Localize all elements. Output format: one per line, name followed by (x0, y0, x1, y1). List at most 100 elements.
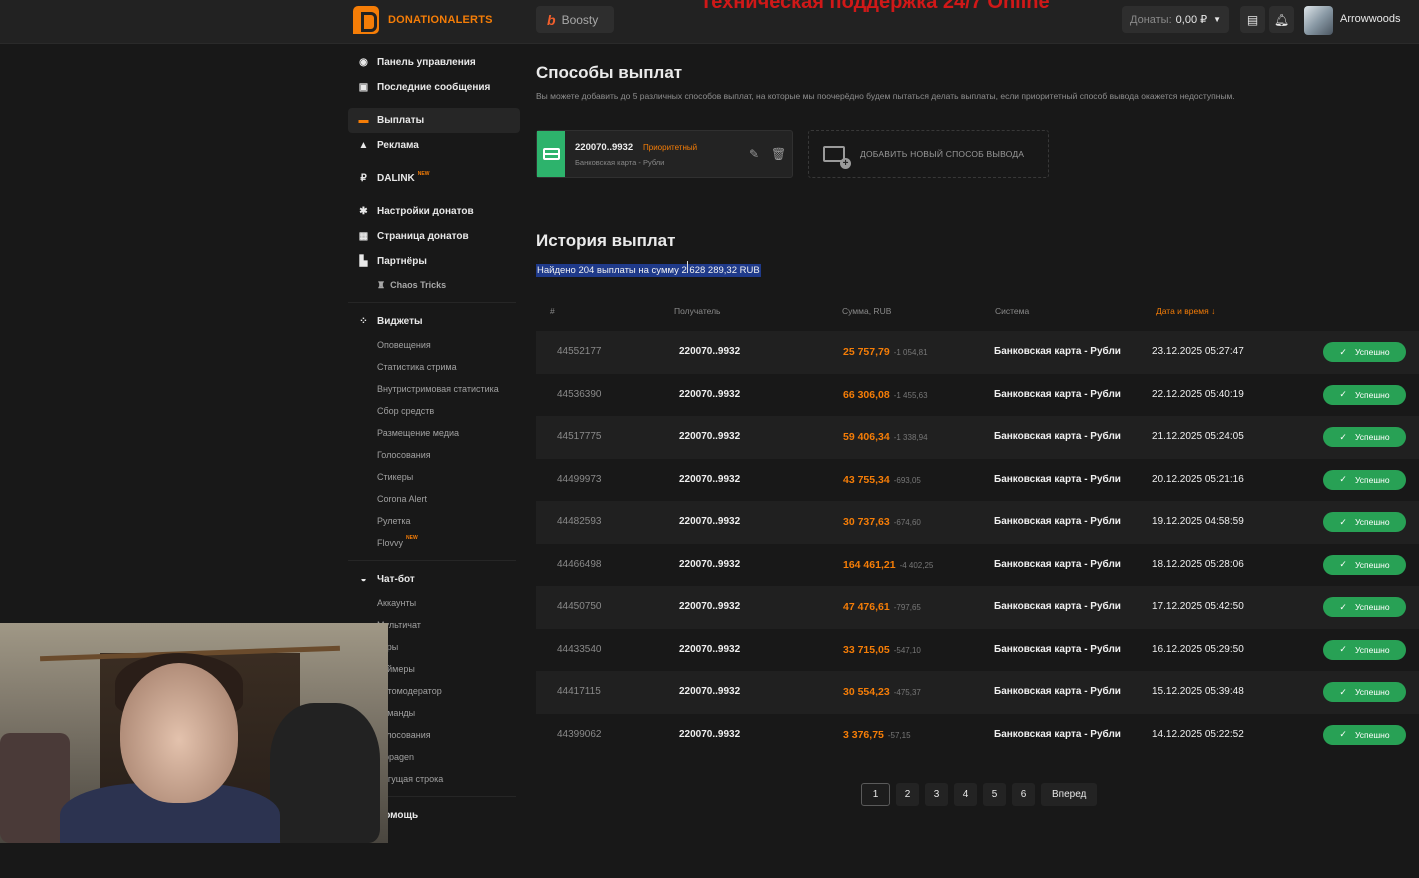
sidebar-item-donate-settings[interactable]: ✱ Настройки донатов (348, 199, 520, 224)
sidebar-item-widgets[interactable]: ⁘ Виджеты (348, 309, 520, 334)
ads-icon: ▲ (358, 140, 369, 151)
sidebar-item-dashboard[interactable]: ◉ Панель управления (348, 50, 520, 75)
column-header-amount[interactable]: Сумма, RUB (842, 306, 891, 316)
news-button[interactable]: ▤ (1240, 6, 1265, 33)
page-button-4[interactable]: 4 (954, 783, 977, 806)
sidebar-item-donate-page[interactable]: ▦ Страница донатов (348, 224, 520, 249)
payment-methods-description: Вы можете добавить до 5 различных способ… (536, 91, 1235, 101)
row-recipient: 220070..9932 (679, 558, 741, 570)
row-system: Банковская карта - Рубли (994, 516, 1121, 527)
sidebar-item-label: Последние сообщения (377, 82, 491, 93)
row-amount: 30 737,63 -674,60 (843, 516, 921, 528)
row-id: 44417115 (557, 686, 601, 697)
check-icon: ✓ (1339, 729, 1347, 739)
sidebar-subitem[interactable]: Оповещения (348, 334, 520, 356)
row-recipient: 220070..9932 (679, 473, 741, 485)
next-page-button[interactable]: Вперед (1041, 783, 1098, 806)
gear-icon: ✱ (359, 206, 368, 217)
logo[interactable]: DONATIONALERTS (353, 6, 493, 34)
sidebar-subitem[interactable]: Голосования (348, 444, 520, 466)
new-badge: NEW (417, 170, 430, 177)
table-row[interactable]: 44450750 220070..9932 47 476,61 -797,65 Б… (536, 586, 1419, 629)
donates-dropdown[interactable]: Донаты: 0,00 ₽ ▼ (1122, 6, 1229, 33)
column-header-recipient[interactable]: Получатель (674, 306, 720, 316)
row-fee: -674,60 (893, 518, 921, 527)
boosty-button[interactable]: b Boosty (536, 6, 614, 33)
found-summary: Найдено 204 выплаты на сумму 2 628 289,3… (536, 264, 761, 277)
row-date: 14.12.2025 05:22:52 (1152, 728, 1244, 740)
status-label: Успешно (1354, 559, 1390, 570)
row-recipient: 220070..9932 (679, 431, 741, 442)
table-row[interactable]: 44552177 220070..9932 25 757,79 -1 054,81… (536, 331, 1419, 374)
support-banner[interactable]: Техническая поддержка 24/7 Online (700, 0, 1050, 14)
sidebar-subitem-flovvy[interactable]: Flovvy NEW (348, 532, 520, 554)
table-row[interactable]: 44499973 220070..9932 43 755,34 -693,05 Б… (536, 459, 1419, 502)
page-button-6[interactable]: 6 (1012, 783, 1035, 806)
row-recipient: 220070..9932 (679, 643, 741, 655)
check-icon: ✓ (1339, 346, 1347, 357)
status-badge: ✓ Успешно (1323, 469, 1406, 490)
table-row[interactable]: 44466498 220070..9932 164 461,21 -4 402,2… (536, 544, 1419, 587)
column-header-system[interactable]: Система (995, 306, 1029, 316)
page-icon: ▦ (358, 231, 369, 242)
sidebar-item-chaos-tricks[interactable]: ♜ Chaos Tricks (348, 274, 520, 296)
donates-label: Донаты: (1130, 13, 1172, 26)
table-row[interactable]: 44399062 220070..9932 3 376,75 -57,15 Бан… (536, 714, 1419, 757)
row-date: 16.12.2025 05:29:50 (1152, 643, 1244, 655)
table-row[interactable]: 44517775 220070..9932 59 406,34 -1 338,94… (536, 416, 1419, 459)
chevron-down-icon: ▼ (1213, 15, 1222, 24)
username[interactable]: Arrowwoods (1340, 13, 1401, 25)
trash-icon[interactable]: 🗑︎ (771, 147, 786, 161)
row-amount: 164 461,21 -4 402,25 (843, 559, 933, 571)
status-badge: ✓ Успешно (1323, 427, 1406, 447)
joystick-icon: ♜ (377, 279, 386, 290)
row-fee: -1 455,63 (893, 390, 928, 400)
page-button-5[interactable]: 5 (983, 783, 1006, 806)
check-icon: ✓ (1339, 601, 1347, 612)
add-payment-method-button[interactable]: Добавить новый способ вывода (808, 130, 1049, 178)
sidebar-item-chatbot[interactable]: ◒ Чат-бот (348, 567, 520, 592)
table-row[interactable]: 44417115 220070..9932 30 554,23 -475,37 Б… (536, 671, 1419, 714)
sidebar-item-messages[interactable]: ▣ Последние сообщения (348, 75, 520, 100)
sidebar-subitem[interactable]: Стикеры (348, 466, 520, 488)
table-row[interactable]: 44482593 220070..9932 30 737,63 -674,60 Б… (536, 501, 1419, 544)
column-header-date[interactable]: Дата и время ↓ (1156, 306, 1215, 316)
sidebar-subitem[interactable]: Аккаунты (348, 592, 520, 614)
row-id: 44450750 (557, 601, 602, 612)
sidebar-item-ads[interactable]: ▲ Реклама (348, 133, 520, 158)
sidebar-subitem[interactable]: Сбор средств (348, 400, 520, 422)
sidebar-item-partners[interactable]: ▙ Партнёры (348, 249, 520, 274)
row-fee: -797,65 (893, 603, 921, 612)
row-amount: 59 406,34 -1 338,94 (843, 431, 928, 443)
sidebar-subitem[interactable]: Размещение медиа (348, 422, 520, 444)
page-button-2[interactable]: 2 (896, 783, 919, 806)
row-amount-value: 3 376,75 (843, 728, 884, 741)
row-recipient: 220070..9932 (679, 601, 741, 612)
column-header-id[interactable]: # (550, 306, 555, 316)
table-header: # Получатель Сумма, RUB Система Дата и в… (536, 300, 1419, 322)
sidebar-subitem[interactable]: Статистика стрима (348, 356, 520, 378)
table-row[interactable]: 44536390 220070..9932 66 306,08 -1 455,63… (536, 374, 1419, 417)
row-system: Банковская карта - Рубли (994, 728, 1121, 740)
sidebar-item-label: Партнёры (377, 256, 427, 267)
table-row[interactable]: 44433540 220070..9932 33 715,05 -547,10 Б… (536, 629, 1419, 672)
sidebar-subitem[interactable]: Рулетка (348, 510, 520, 532)
avatar[interactable] (1304, 6, 1333, 35)
sidebar-item-label: DALINK (377, 173, 415, 184)
row-fee: -4 402,25 (899, 560, 934, 570)
status-badge: ✓ Успешно (1323, 512, 1406, 532)
sidebar-subitem[interactable]: Внутристримовая статистика (348, 378, 520, 400)
check-icon: ✓ (1339, 644, 1347, 654)
row-id: 44433540 (557, 643, 602, 655)
sidebar-item-dalink[interactable]: ₽ DALINK NEW (348, 166, 520, 191)
page-button-1[interactable]: 1 (861, 783, 890, 806)
payment-methods-title: Способы выплат (536, 63, 683, 82)
sidebar-item-payouts[interactable]: ▬ Выплаты (348, 108, 520, 133)
row-date: 22.12.2025 05:40:19 (1152, 388, 1244, 400)
page-button-3[interactable]: 3 (925, 783, 948, 806)
notifications-button[interactable]: 🔔︎ (1269, 6, 1294, 33)
check-icon: ✓ (1339, 686, 1347, 697)
pencil-icon[interactable]: ✎ (749, 147, 759, 161)
sidebar-subitem[interactable]: Corona Alert (348, 488, 520, 510)
payment-method-card[interactable]: 220070..9932 Приоритетный Банковская кар… (536, 130, 793, 178)
